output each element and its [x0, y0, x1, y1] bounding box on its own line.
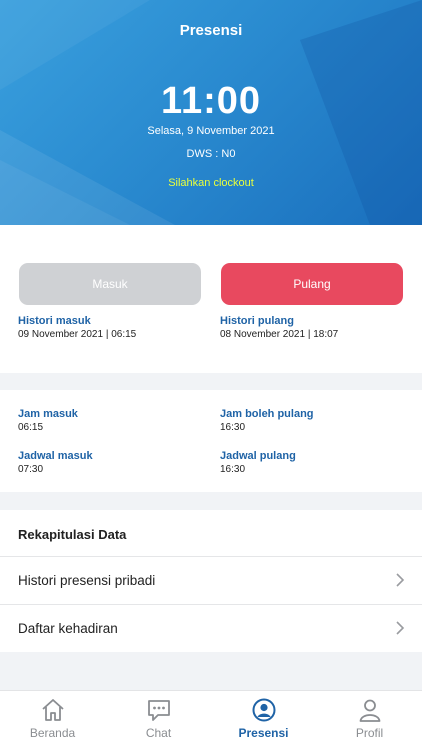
current-date: Selasa, 9 November 2021	[147, 125, 275, 137]
allowed-leave-time: Jam boleh pulang 16:30	[220, 408, 314, 434]
scheduled-out-label: Jadwal pulang	[220, 450, 296, 462]
tab-profil[interactable]: Profil	[317, 691, 422, 750]
clock-action-card: Masuk Pulang Histori masuk 09 November 2…	[0, 225, 422, 373]
chevron-right-icon	[396, 573, 405, 587]
bottom-tab-bar: Beranda Chat Presensi Profil	[0, 690, 422, 750]
allowed-leave-time-value: 16:30	[220, 422, 246, 433]
clock-in-button[interactable]: Masuk	[19, 263, 201, 305]
clock-in-time-label: Jam masuk	[18, 408, 78, 420]
current-time: 11:00	[160, 80, 262, 122]
scheduled-out: Jadwal pulang 16:30	[220, 450, 296, 476]
scheduled-in-label: Jadwal masuk	[18, 450, 93, 462]
chat-icon	[148, 700, 170, 721]
home-icon	[42, 699, 64, 721]
tab-label: Beranda	[29, 726, 76, 740]
history-in-value: 09 November 2021 | 06:15	[18, 329, 137, 340]
clock-in-time: Jam masuk 06:15	[18, 408, 78, 434]
history-out: Histori pulang 08 November 2021 | 18:07	[220, 315, 338, 341]
recap-card: Rekapitulasi Data Histori presensi priba…	[0, 510, 422, 652]
history-in: Histori masuk 09 November 2021 | 06:15	[18, 315, 136, 341]
dws-code: DWS : N0	[186, 148, 236, 160]
tab-label: Profil	[355, 726, 384, 740]
profile-icon	[359, 699, 381, 722]
allowed-leave-time-label: Jam boleh pulang	[220, 408, 314, 420]
recap-item-label: Histori presensi pribadi	[18, 572, 156, 588]
page-title: Presensi	[179, 22, 243, 39]
schedule-card: Jam masuk 06:15 Jam boleh pulang 16:30 J…	[0, 390, 422, 492]
clock-in-time-value: 06:15	[18, 422, 44, 433]
scheduled-in-value: 07:30	[18, 464, 44, 475]
history-out-label: Histori pulang	[220, 315, 294, 327]
tab-presensi[interactable]: Presensi	[211, 691, 316, 750]
tab-chat[interactable]: Chat	[106, 691, 211, 750]
presence-icon	[252, 698, 276, 722]
history-in-label: Histori masuk	[18, 315, 91, 327]
clockout-hint: Silahkan clockout	[168, 177, 254, 189]
recap-item-personal-history[interactable]: Histori presensi pribadi	[0, 556, 422, 603]
tab-label: Presensi	[238, 726, 289, 740]
tab-label: Chat	[145, 726, 172, 740]
chevron-right-icon	[396, 621, 405, 635]
scheduled-out-value: 16:30	[220, 464, 246, 475]
clock-out-button[interactable]: Pulang	[221, 263, 403, 305]
recap-item-label: Daftar kehadiran	[18, 620, 118, 636]
tab-beranda[interactable]: Beranda	[0, 691, 105, 750]
presence-header: Presensi 11:00 Selasa, 9 November 2021 D…	[0, 0, 422, 225]
recap-title: Rekapitulasi Data	[18, 527, 127, 542]
history-out-value: 08 November 2021 | 18:07	[220, 329, 339, 340]
recap-item-attendance-list[interactable]: Daftar kehadiran	[0, 604, 422, 651]
scheduled-in: Jadwal masuk 07:30	[18, 450, 93, 476]
